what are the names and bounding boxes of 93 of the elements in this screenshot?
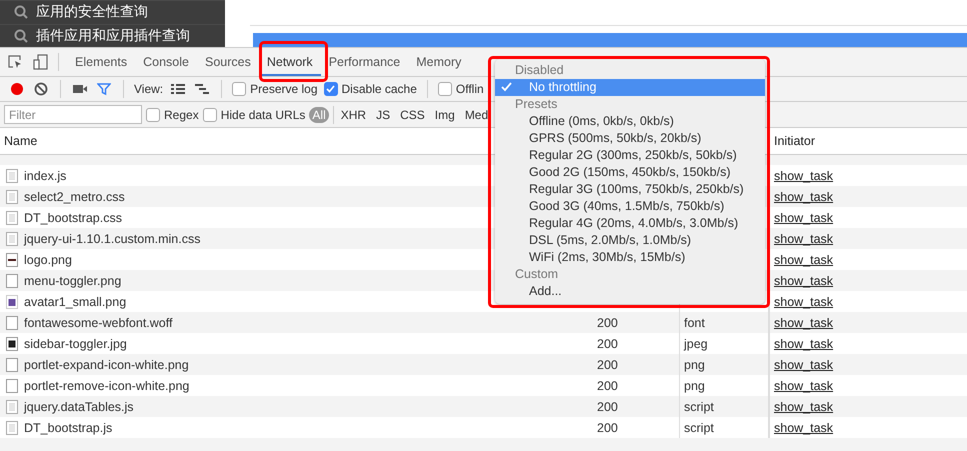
file-name[interactable]: jquery.dataTables.js <box>24 400 134 414</box>
menu-item[interactable]: Good 2G (150ms, 450kb/s, 150kb/s) <box>495 164 765 181</box>
file-name[interactable]: fontawesome-webfont.woff <box>24 316 172 330</box>
initiator-link[interactable]: show_task <box>774 336 834 350</box>
menu-item[interactable]: GPRS (500ms, 50kb/s, 20kb/s) <box>495 130 765 147</box>
initiator-link[interactable]: show_task <box>774 210 834 224</box>
clear-icon[interactable] <box>32 80 50 98</box>
option-checkbox[interactable]: Disable cache <box>324 82 417 96</box>
file-name[interactable]: portlet-remove-icon-white.png <box>24 378 190 392</box>
initiator-link[interactable]: show_task <box>774 316 834 330</box>
menu-group-label: Custom <box>514 266 560 283</box>
menu-item[interactable]: Offline (0ms, 0kb/s, 0kb/s) <box>495 113 765 130</box>
status-code: 200 <box>597 400 618 414</box>
panel-tab[interactable]: Memory <box>408 48 470 76</box>
initiator-link[interactable]: show_task <box>774 358 834 372</box>
file-name[interactable]: DT_bootstrap.css <box>24 210 122 224</box>
menu-item[interactable]: DSL (5ms, 2.0Mb/s, 1.0Mb/s) <box>495 232 765 249</box>
file-name[interactable]: select2_metro.css <box>24 190 125 204</box>
document-icon <box>6 210 18 224</box>
sidebar-item[interactable]: 应用的安全性查询 <box>36 3 148 22</box>
status-code: 200 <box>597 358 618 372</box>
initiator-link[interactable]: show_task <box>774 400 834 414</box>
resource-type: jpeg <box>684 336 708 350</box>
image-thumbnail-icon <box>6 252 18 266</box>
document-icon <box>6 190 18 204</box>
file-name[interactable]: index.js <box>24 168 66 182</box>
blank-image-icon <box>6 378 18 392</box>
menu-group-label: Presets <box>514 96 558 113</box>
panel-tab[interactable]: Elements <box>67 48 136 76</box>
type-filter[interactable]: XHR <box>338 106 370 122</box>
menu-item[interactable]: Regular 4G (20ms, 4.0Mb/s, 3.0Mb/s) <box>495 215 765 232</box>
panel-tab[interactable]: Performance <box>320 48 408 76</box>
resource-type: script <box>684 420 714 434</box>
type-filter[interactable]: JS <box>373 106 394 122</box>
status-code: 200 <box>597 378 618 392</box>
view-label: View: <box>134 82 164 96</box>
menu-item[interactable]: Regular 3G (100ms, 750kb/s, 250kb/s) <box>495 181 765 198</box>
image-thumbnail-icon <box>6 294 18 308</box>
search-icon <box>14 28 28 43</box>
status-code: 200 <box>597 336 618 350</box>
initiator-link[interactable]: show_task <box>774 274 834 288</box>
file-name[interactable]: DT_bootstrap.js <box>24 420 112 434</box>
file-name[interactable]: logo.png <box>24 252 72 266</box>
checkmark-icon <box>326 85 336 93</box>
blank-image-icon <box>6 274 18 288</box>
option-checkbox[interactable]: Preserve log <box>232 82 318 96</box>
document-icon <box>6 400 18 414</box>
column-header[interactable]: Initiator <box>769 128 967 154</box>
menu-item[interactable]: WiFi (2ms, 30Mb/s, 15Mb/s) <box>495 249 765 266</box>
initiator-link[interactable]: show_task <box>774 420 834 434</box>
filter-field[interactable]: Filter <box>4 105 142 124</box>
checkmark-icon <box>501 82 512 92</box>
option-checkbox[interactable]: Hide data URLs <box>202 108 306 122</box>
panel-tab[interactable]: Sources <box>196 48 259 76</box>
document-icon <box>6 168 18 182</box>
initiator-link[interactable]: show_task <box>774 252 834 266</box>
document-icon <box>6 420 18 434</box>
blank-image-icon <box>6 358 18 372</box>
option-checkbox[interactable]: Regex <box>146 108 199 122</box>
search-icon <box>14 5 28 20</box>
menu-group-label: Disabled <box>514 62 565 79</box>
initiator-link[interactable]: show_task <box>774 378 834 392</box>
file-name[interactable]: menu-toggler.png <box>24 274 122 288</box>
initiator-link[interactable]: show_task <box>774 232 834 246</box>
type-filter[interactable]: Img <box>432 106 458 122</box>
file-name[interactable]: avatar1_small.png <box>24 294 126 308</box>
status-code: 200 <box>597 420 618 434</box>
record-icon[interactable] <box>8 80 26 98</box>
file-name[interactable]: jquery-ui-1.10.1.custom.min.css <box>24 232 200 246</box>
image-thumbnail-icon <box>6 336 18 350</box>
menu-item[interactable]: Good 3G (40ms, 1.5Mb/s, 750kb/s) <box>495 198 765 215</box>
panel-tab[interactable]: Console <box>135 48 197 76</box>
resource-type: png <box>684 378 705 392</box>
sidebar-item[interactable]: 插件应用和应用插件查询 <box>36 26 190 45</box>
initiator-link[interactable]: show_task <box>774 294 834 308</box>
file-name[interactable]: sidebar-toggler.jpg <box>24 336 127 350</box>
device-icon[interactable] <box>32 53 50 71</box>
menu-item[interactable]: Regular 2G (300ms, 250kb/s, 50kb/s) <box>495 147 765 164</box>
resource-type: script <box>684 400 714 414</box>
option-checkbox[interactable]: Offlin <box>438 82 484 96</box>
initiator-link[interactable]: show_task <box>774 168 834 182</box>
menu-item[interactable]: Add... <box>495 283 765 300</box>
panel-tab[interactable]: Network <box>258 48 321 76</box>
status-code: 200 <box>597 316 618 330</box>
type-filter[interactable]: Med <box>462 106 492 122</box>
resource-type: font <box>684 316 705 330</box>
file-name[interactable]: portlet-expand-icon-white.png <box>24 358 189 372</box>
blank-image-icon <box>6 316 18 330</box>
document-icon <box>6 232 18 246</box>
initiator-link[interactable]: show_task <box>774 190 834 204</box>
highlight-frame <box>259 41 328 82</box>
type-filter[interactable]: CSS <box>397 106 428 122</box>
resource-type: png <box>684 358 705 372</box>
